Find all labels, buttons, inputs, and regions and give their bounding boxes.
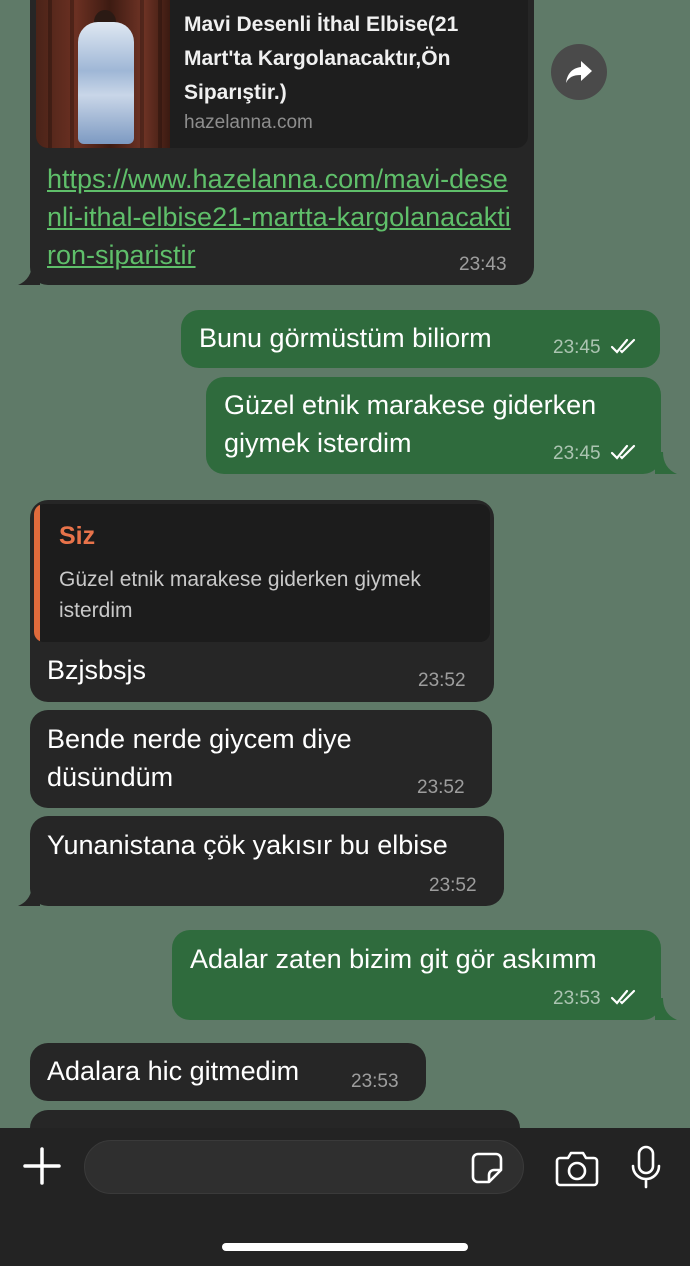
message-time: 23:53 <box>553 988 638 1010</box>
bubble-tail <box>18 263 40 285</box>
camera-icon[interactable] <box>555 1149 599 1187</box>
bubble-tail <box>655 452 677 474</box>
forward-button[interactable] <box>551 44 607 100</box>
quote-text: Güzel etnik marakese giderken giymek ist… <box>59 568 421 622</box>
message-text: Bunu görmüstüm biliorm <box>199 323 492 353</box>
message-time: 23:45 <box>553 443 638 465</box>
outgoing-message[interactable]: Bunu görmüstüm biliorm 23:45 <box>181 310 660 368</box>
double-check-icon <box>610 989 635 1005</box>
message-text: Bzjsbsjs <box>47 655 147 685</box>
microphone-icon[interactable] <box>630 1145 662 1189</box>
preview-title: Mavi Desenli İthal Elbise(21 Mart'ta Kar… <box>184 13 459 104</box>
forward-arrow-icon <box>566 61 592 83</box>
preview-domain: hazelanna.com <box>184 112 313 133</box>
message-time: 23:43 <box>459 254 507 275</box>
message-link[interactable]: https://www.hazelanna.com/mavi-desenli-i… <box>47 160 517 274</box>
link-preview-card[interactable]: Mavi Desenli İthal Elbise(21 Mart'ta Kar… <box>36 0 528 148</box>
double-check-icon <box>610 444 635 460</box>
message-time: 23:52 <box>418 670 466 691</box>
quote-accent-bar <box>34 504 40 642</box>
chat-area[interactable]: Mavi Desenli İthal Elbise(21 Mart'ta Kar… <box>0 0 690 1128</box>
incoming-message-link[interactable]: Mavi Desenli İthal Elbise(21 Mart'ta Kar… <box>30 0 534 285</box>
incoming-message[interactable]: Yunanistana çök yakısır bu elbise 23:52 <box>30 816 504 906</box>
time-text: 23:53 <box>553 988 601 1009</box>
message-text: Yunanistana çök yakısır bu elbise <box>47 830 448 860</box>
plus-icon[interactable] <box>22 1146 62 1186</box>
message-time: 23:52 <box>417 777 465 798</box>
incoming-message[interactable]: Bende nerde giycem diye düsündüm 23:52 <box>30 710 492 808</box>
incoming-message-partial[interactable] <box>30 1110 520 1128</box>
home-indicator <box>222 1243 468 1251</box>
bubble-tail <box>18 884 40 906</box>
message-input[interactable] <box>84 1140 524 1194</box>
message-time: 23:52 <box>429 875 477 896</box>
outgoing-message[interactable]: Güzel etnik marakese giderken giymek ist… <box>206 377 661 474</box>
double-check-icon <box>610 338 635 354</box>
preview-thumbnail <box>36 0 170 148</box>
quote-author: Siz <box>59 522 96 550</box>
message-text: Adalara hic gitmedim <box>47 1056 300 1086</box>
sticker-icon[interactable] <box>470 1151 504 1185</box>
bubble-tail <box>655 998 677 1020</box>
message-time: 23:45 <box>553 337 638 359</box>
time-text: 23:45 <box>553 337 601 358</box>
outgoing-message[interactable]: Adalar zaten bizim git gör askımm 23:53 <box>172 930 661 1020</box>
message-text: Bende nerde giycem diye düsündüm <box>47 724 352 792</box>
incoming-message[interactable]: Adalara hic gitmedim 23:53 <box>30 1043 426 1101</box>
message-time: 23:53 <box>351 1071 399 1092</box>
reply-quote[interactable]: Siz Güzel etnik marakese giderken giymek… <box>34 504 490 642</box>
time-text: 23:45 <box>553 443 601 464</box>
message-text: Adalar zaten bizim git gör askımm <box>190 944 597 974</box>
